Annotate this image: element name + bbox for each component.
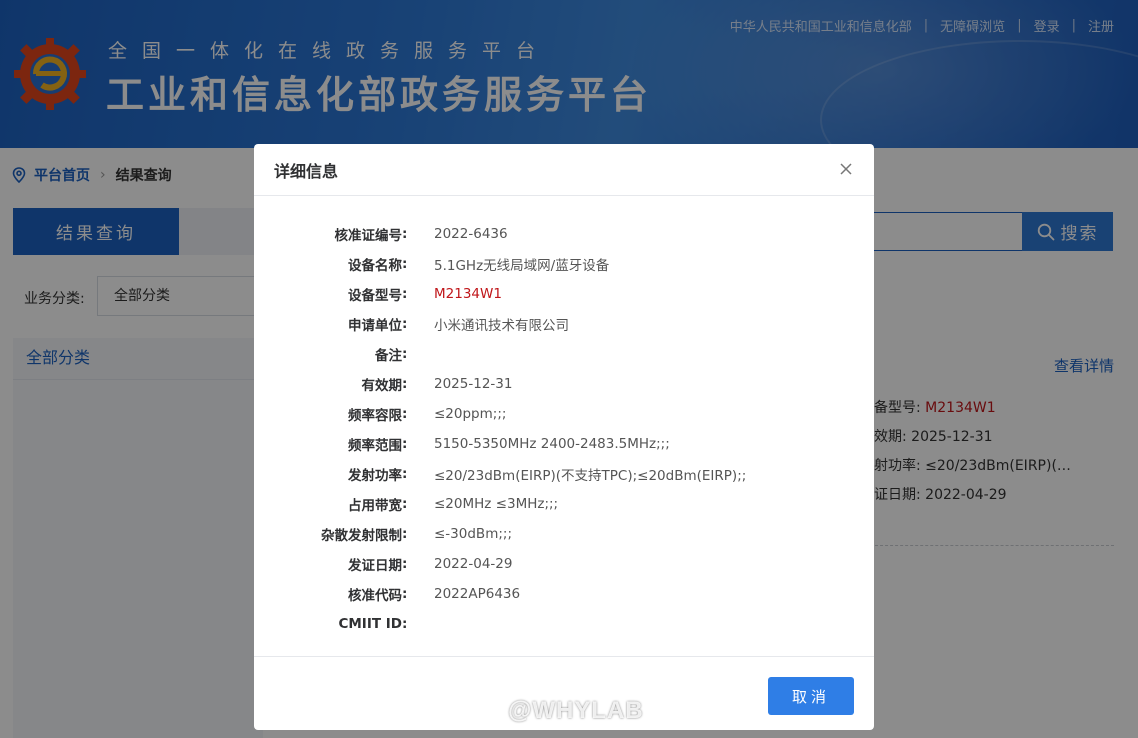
detail-label: 申请单位 [348, 318, 402, 334]
detail-colon: : [402, 496, 408, 512]
dialog-title: 详细信息 [274, 161, 339, 181]
detail-row-transmit-power: 发射功率: ≤20/23dBm(EIRP)(不支持TPC);≤20dBm(EIR… [254, 459, 874, 489]
detail-colon: : [402, 616, 408, 632]
detail-value: ≤20ppm;;; [434, 406, 507, 422]
close-icon[interactable] [838, 161, 854, 177]
detail-row-approval-number: 核准证编号: 2022-6436 [254, 219, 874, 249]
detail-value: 2022-04-29 [434, 556, 513, 572]
detail-colon: : [402, 226, 408, 242]
detail-row-remarks: 备注: [254, 339, 874, 369]
detail-value: 小米通讯技术有限公司 [434, 318, 569, 334]
detail-colon: : [402, 376, 408, 392]
detail-row-applicant: 申请单位: 小米通讯技术有限公司 [254, 309, 874, 339]
detail-value: ≤20MHz ≤3MHz;;; [434, 496, 559, 512]
detail-label: 发射功率 [348, 468, 402, 484]
dialog-footer-divider [254, 656, 874, 657]
detail-row-validity: 有效期: 2025-12-31 [254, 369, 874, 399]
detail-colon: : [402, 466, 408, 482]
detail-label: 核准证编号 [334, 228, 403, 244]
detail-row-issue-date: 发证日期: 2022-04-29 [254, 549, 874, 579]
detail-row-frequency-tolerance: 频率容限: ≤20ppm;;; [254, 399, 874, 429]
detail-value: ≤-30dBm;;; [434, 526, 512, 542]
dialog-header: 详细信息 [254, 144, 874, 196]
detail-colon: : [402, 256, 408, 272]
detail-list: 核准证编号: 2022-6436 设备名称: 5.1GHz无线局域网/蓝牙设备 … [254, 219, 874, 639]
detail-row-approval-code: 核准代码: 2022AP6436 [254, 579, 874, 609]
detail-dialog: 详细信息 核准证编号: 2022-6436 设备名称: 5.1GHz无线局域网/… [254, 144, 874, 730]
detail-label: 备注 [375, 348, 402, 364]
detail-value: M2134W1 [434, 286, 502, 302]
detail-label: 占用带宽 [348, 498, 402, 514]
detail-label: 杂散发射限制 [321, 528, 402, 544]
detail-label: 发证日期 [348, 558, 402, 574]
detail-row-device-model: 设备型号: M2134W1 [254, 279, 874, 309]
detail-label: CMIIT ID [338, 616, 402, 632]
weibo-watermark: @WHYLAB [468, 697, 644, 725]
detail-value: 5.1GHz无线局域网/蓝牙设备 [434, 258, 610, 274]
detail-row-frequency-range: 频率范围: 5150-5350MHz 2400-2483.5MHz;;; [254, 429, 874, 459]
cancel-button[interactable]: 取消 [768, 677, 854, 715]
watermark-text: @WHYLAB [508, 697, 644, 724]
detail-colon: : [402, 556, 408, 572]
detail-row-device-name: 设备名称: 5.1GHz无线局域网/蓝牙设备 [254, 249, 874, 279]
detail-colon: : [402, 586, 408, 602]
detail-label: 频率范围 [348, 438, 402, 454]
detail-label: 频率容限 [348, 408, 402, 424]
detail-label: 核准代码 [348, 588, 402, 604]
detail-colon: : [402, 316, 408, 332]
detail-value: 2022AP6436 [434, 586, 521, 602]
detail-colon: : [402, 526, 408, 542]
detail-value: ≤20/23dBm(EIRP)(不支持TPC);≤20dBm(EIRP);; [434, 468, 747, 484]
detail-value: 2025-12-31 [434, 376, 513, 392]
detail-colon: : [402, 346, 408, 362]
detail-value: 2022-6436 [434, 226, 508, 242]
detail-label: 有效期 [361, 378, 403, 394]
detail-label: 设备型号 [348, 288, 402, 304]
detail-value: 5150-5350MHz 2400-2483.5MHz;;; [434, 436, 670, 452]
detail-label: 设备名称 [348, 258, 402, 274]
detail-colon: : [402, 406, 408, 422]
detail-colon: : [402, 436, 408, 452]
detail-colon: : [402, 286, 408, 302]
detail-row-cmiit-id: CMIIT ID: [254, 609, 874, 639]
detail-row-spurious-limit: 杂散发射限制: ≤-30dBm;;; [254, 519, 874, 549]
detail-row-bandwidth: 占用带宽: ≤20MHz ≤3MHz;;; [254, 489, 874, 519]
weibo-icon [469, 700, 501, 724]
